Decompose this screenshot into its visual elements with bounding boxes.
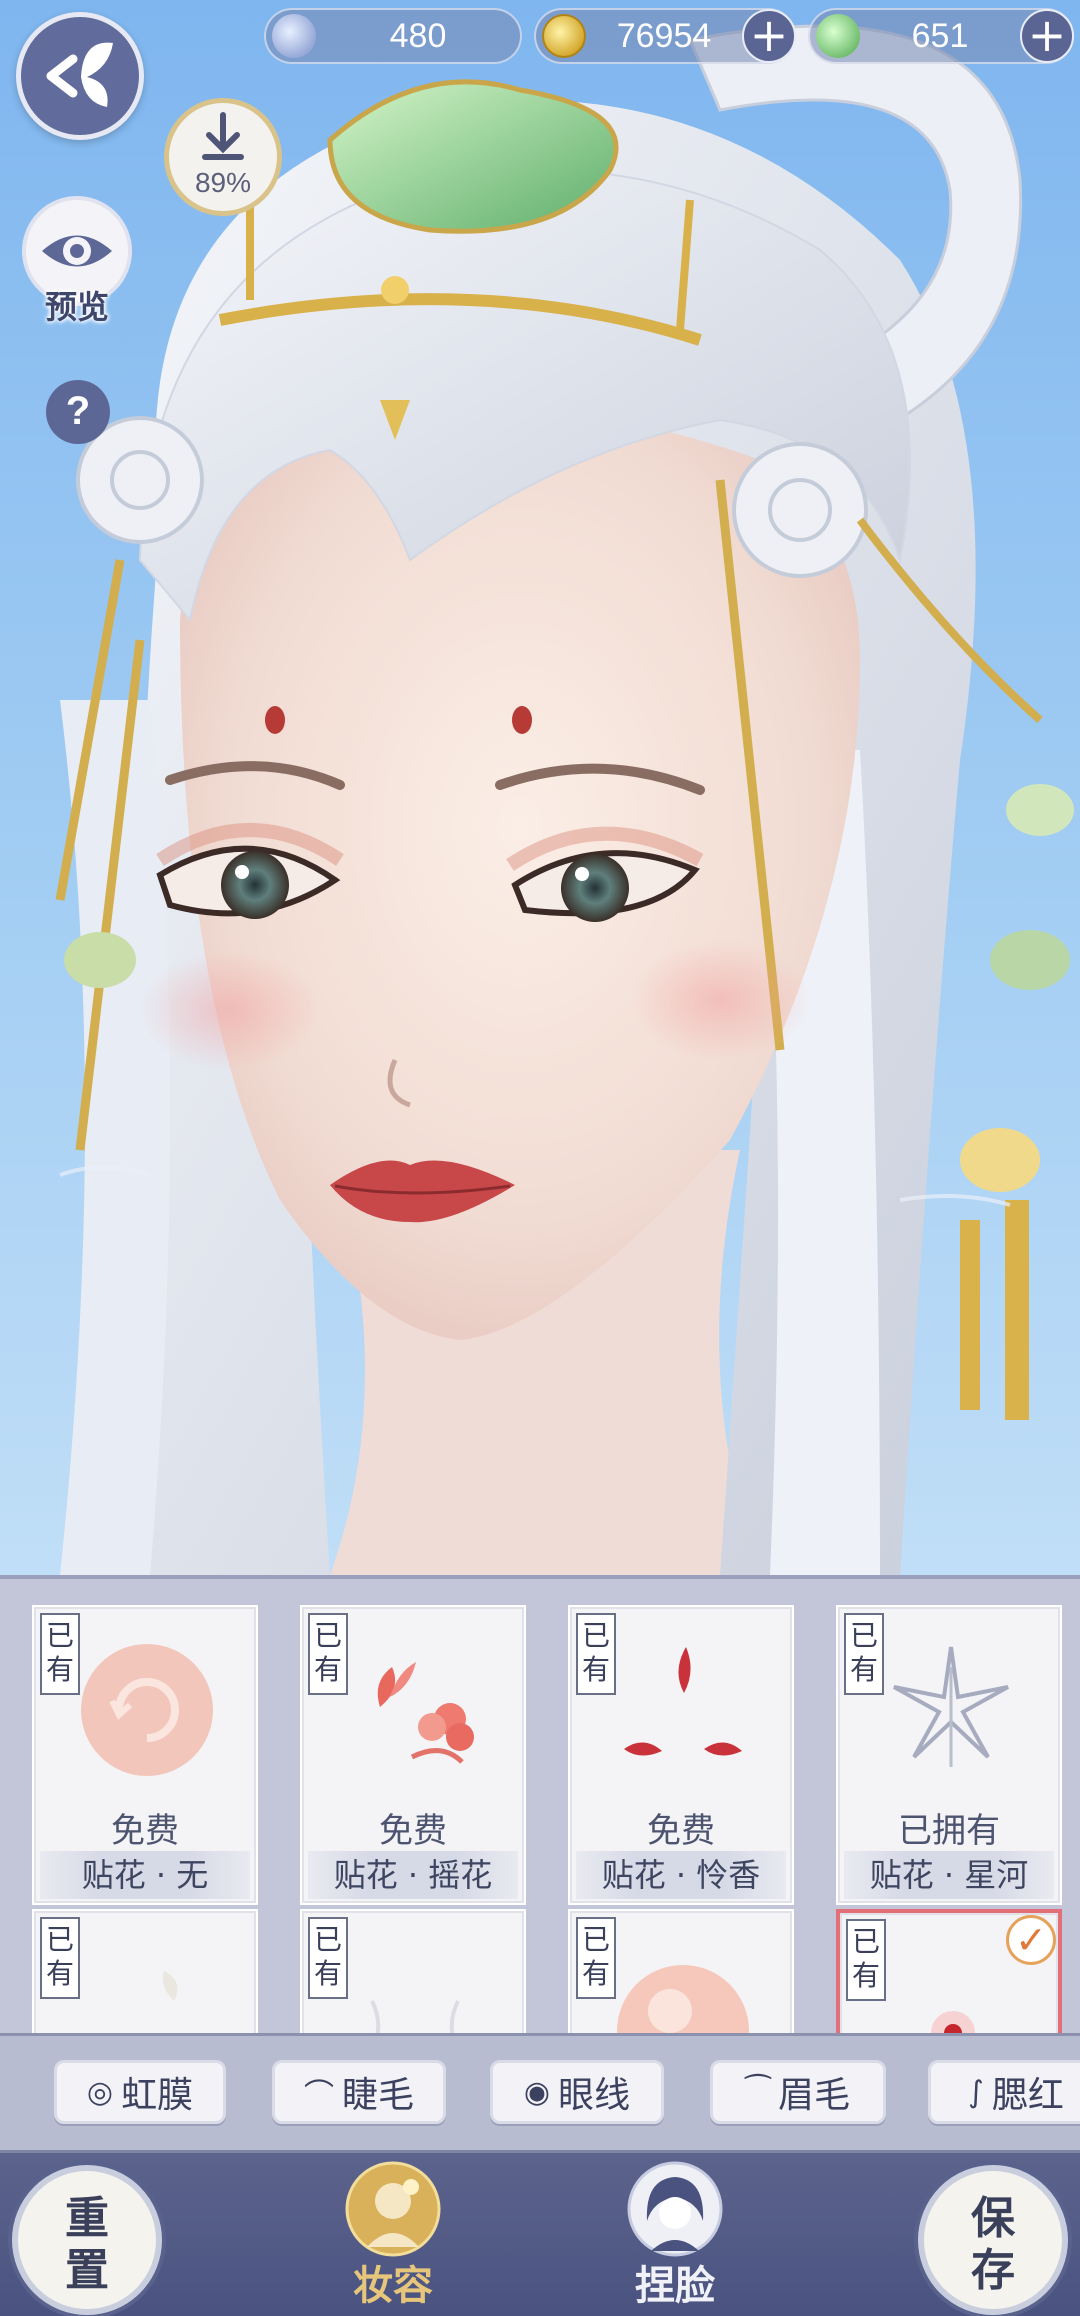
tab-face-label: 捏脸 (635, 2262, 715, 2309)
add-jade-button[interactable]: + (1020, 9, 1074, 63)
flower-sticker-icon (377, 1662, 474, 1764)
bottom-navigation: 重 置 妆容 捏脸 保 存 (0, 2153, 1080, 2316)
silver-currency: 480 (264, 8, 522, 64)
tab-eyelashes-label: 睫毛 (341, 2075, 414, 2116)
makeup-item[interactable]: 已有 免费 贴花 · 摇花 (300, 1605, 526, 1905)
save-label-2: 存 (971, 2245, 1015, 2296)
item-name: 贴花 · 怜香 (576, 1851, 786, 1899)
makeup-item-selected[interactable]: 已有 ✓ (836, 1909, 1062, 2033)
item-price: 免费 (111, 1811, 179, 1851)
item-name: 贴花 · 无 (40, 1851, 250, 1899)
tab-makeup-label: 妆容 (353, 2262, 433, 2309)
coin-currency: 76954 + (534, 8, 796, 64)
makeup-item[interactable]: 已有 免费 贴花 · 怜香 (568, 1605, 794, 1905)
pearl-sticker-icon (617, 1965, 749, 2033)
jade-icon (816, 14, 860, 58)
makeup-item-panel[interactable]: 已有 免费 贴花 · 无 已有 免费 贴花 · 摇花 已有 免费 贴花 · 怜香… (0, 1575, 1080, 2033)
reset-label-2: 置 (65, 2245, 109, 2296)
makeup-item[interactable]: 已有 (300, 1909, 526, 2033)
iris-icon: ◎ (86, 2074, 114, 2110)
character-viewport[interactable] (0, 0, 1080, 1575)
white-petal-sticker-icon (162, 1971, 178, 2001)
tab-blush[interactable]: ∫ 腮红 (928, 2060, 1080, 2124)
item-price: 已拥有 (898, 1811, 1000, 1851)
eyebrow-icon: ⁀ (745, 2074, 771, 2110)
petal-sticker-icon (624, 1647, 742, 1756)
face-avatar-icon (627, 2161, 723, 2257)
jade-currency: 651 + (808, 8, 1074, 64)
download-percent: 89% (194, 167, 252, 198)
item-name: 贴花 · 摇花 (308, 1851, 518, 1899)
item-price: 免费 (379, 1811, 447, 1851)
makeup-item[interactable]: 已有 免费 贴花 · 无 (32, 1605, 258, 1905)
tab-eyebrows[interactable]: ⁀ 眉毛 (710, 2060, 886, 2124)
reset-label-1: 重 (65, 2193, 109, 2244)
tab-iris[interactable]: ◎ 虹膜 (54, 2060, 226, 2124)
coin-icon (542, 14, 586, 58)
makeup-item[interactable]: 已有 (32, 1909, 258, 2033)
add-coins-button[interactable]: + (742, 9, 796, 63)
tab-eyeliner-label: 眼线 (558, 2075, 631, 2116)
download-icon (202, 112, 244, 160)
tab-makeup[interactable]: 妆容 (338, 2155, 448, 2315)
makeup-avatar-icon (345, 2161, 441, 2257)
eye-outline-icon: ◉ (523, 2074, 551, 2110)
jade-amount: 651 (911, 16, 969, 55)
save-label-1: 保 (971, 2193, 1015, 2244)
tab-iris-label: 虹膜 (121, 2075, 194, 2116)
item-price: 免费 (647, 1811, 715, 1851)
selected-check-icon: ✓ (1006, 1915, 1056, 1965)
preview-label: 预览 (44, 288, 109, 326)
makeup-category-tabs[interactable]: ◎ 虹膜 ⌒ 睫毛 ◉ 眼线 ⁀ 眉毛 ∫ 腮红 (0, 2033, 1080, 2153)
character-render (55, 24, 1074, 1575)
butterfly-back-icon (46, 42, 113, 107)
makeup-item[interactable]: 已有 已拥有 贴花 · 星河 (836, 1605, 1062, 1905)
blush-icon: ∫ (968, 2074, 984, 2110)
coin-amount: 76954 (616, 16, 712, 55)
eyelash-icon: ⌒ (303, 2078, 334, 2113)
galaxy-sticker-icon (893, 1646, 1009, 1767)
tab-blush-label: 腮红 (991, 2075, 1064, 2116)
tab-face[interactable]: 捏脸 (620, 2155, 730, 2315)
none-sticker-icon (81, 1644, 213, 1776)
makeup-item[interactable]: 已有 (568, 1909, 794, 2033)
tab-eyelashes[interactable]: ⌒ 睫毛 (272, 2060, 446, 2124)
item-name: 贴花 · 星河 (844, 1851, 1054, 1899)
download-progress-button[interactable]: 89% (164, 98, 282, 216)
silver-amount: 480 (389, 16, 447, 55)
save-button[interactable]: 保 存 (918, 2165, 1068, 2315)
silver-currency-icon (272, 14, 316, 58)
back-button[interactable] (16, 12, 144, 140)
reset-button[interactable]: 重 置 (12, 2165, 162, 2315)
tab-eyeliner[interactable]: ◉ 眼线 (490, 2060, 664, 2124)
tab-eyebrows-label: 眉毛 (778, 2075, 851, 2116)
line-sticker-icon (370, 2000, 460, 2033)
help-button[interactable]: ? (46, 380, 110, 444)
